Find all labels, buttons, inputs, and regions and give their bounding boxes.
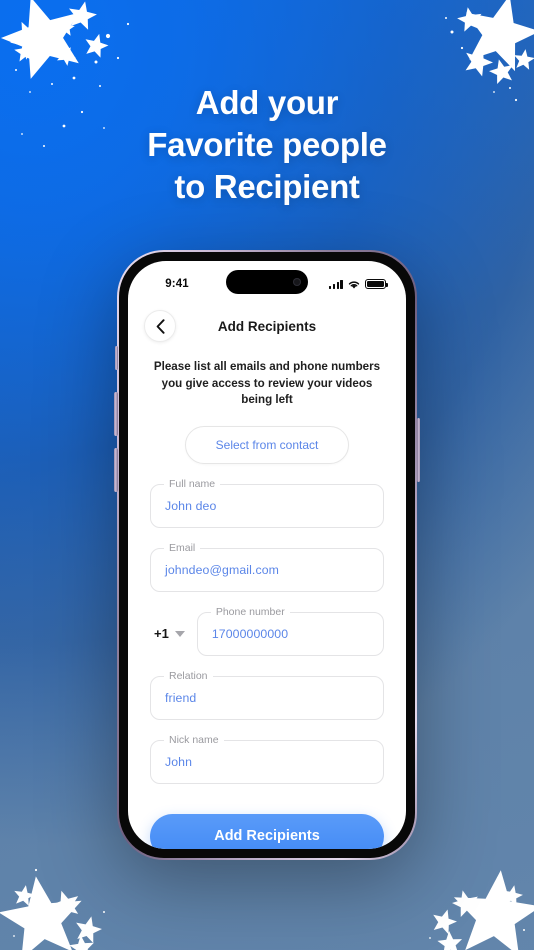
stars-bottom-right xyxy=(429,865,534,950)
headline-line-3: to Recipient xyxy=(174,168,360,205)
email-field[interactable]: Email johndeo@gmail.com xyxy=(150,541,384,592)
phone-mockup: 9:41 Add Recipients Please list all emai… xyxy=(114,250,420,860)
phone-number-value: 17000000000 xyxy=(211,626,289,641)
wifi-icon xyxy=(348,280,360,289)
back-button[interactable] xyxy=(144,310,176,342)
full-name-value: John deo xyxy=(165,498,217,513)
status-bar-indicators xyxy=(328,277,388,290)
cellular-signal-icon xyxy=(328,279,343,289)
nick-name-field[interactable]: Nick name John xyxy=(150,733,384,784)
email-label: Email xyxy=(164,541,201,555)
promo-poster: Add your Favorite people to Recipient 9:… xyxy=(0,0,534,950)
app-header: Add Recipients xyxy=(128,305,406,347)
volume-up-button[interactable] xyxy=(114,392,118,436)
nick-name-label: Nick name xyxy=(164,733,224,747)
power-button[interactable] xyxy=(416,418,420,482)
relation-label: Relation xyxy=(164,669,213,683)
battery-full-icon xyxy=(365,278,388,290)
select-from-contact-button[interactable]: Select from contact xyxy=(185,425,349,464)
headline-line-1: Add your xyxy=(195,84,339,121)
email-value: johndeo@gmail.com xyxy=(165,562,279,577)
silent-switch[interactable] xyxy=(114,346,118,370)
phone-number-field[interactable]: Phone number 17000000000 xyxy=(196,605,384,656)
country-code-select[interactable]: +1 xyxy=(150,612,197,656)
dynamic-island xyxy=(226,270,308,294)
relation-field[interactable]: Relation friend xyxy=(150,669,384,720)
phone-screen: 9:41 Add Recipients Please list all emai… xyxy=(128,261,406,849)
intro-text: Please list all emails and phone numbers… xyxy=(153,360,381,406)
recipient-form: Please list all emails and phone numbers… xyxy=(128,347,406,849)
chevron-down-icon xyxy=(174,630,185,637)
country-code-value: +1 xyxy=(154,626,169,641)
front-camera-icon xyxy=(293,278,301,286)
status-bar: 9:41 xyxy=(128,261,406,305)
phone-bezel: 9:41 Add Recipients Please list all emai… xyxy=(119,252,415,858)
volume-down-button[interactable] xyxy=(114,448,118,492)
add-recipients-button[interactable]: Add Recipients xyxy=(150,813,384,849)
stars-top-left xyxy=(0,0,130,93)
headline-line-2: Favorite people xyxy=(147,126,387,163)
nick-name-value: John xyxy=(165,754,193,769)
phone-number-row: +1 Phone number 17000000000 xyxy=(150,605,384,656)
phone-frame: 9:41 Add Recipients Please list all emai… xyxy=(117,250,417,860)
relation-value: friend xyxy=(165,690,197,705)
status-bar-time: 9:41 xyxy=(165,278,189,290)
poster-headline: Add your Favorite people to Recipient xyxy=(0,82,534,208)
full-name-field[interactable]: Full name John deo xyxy=(150,477,384,528)
stars-bottom-left xyxy=(0,868,105,950)
chevron-left-icon xyxy=(156,318,165,334)
full-name-label: Full name xyxy=(164,477,221,491)
phone-number-label: Phone number xyxy=(210,605,290,619)
